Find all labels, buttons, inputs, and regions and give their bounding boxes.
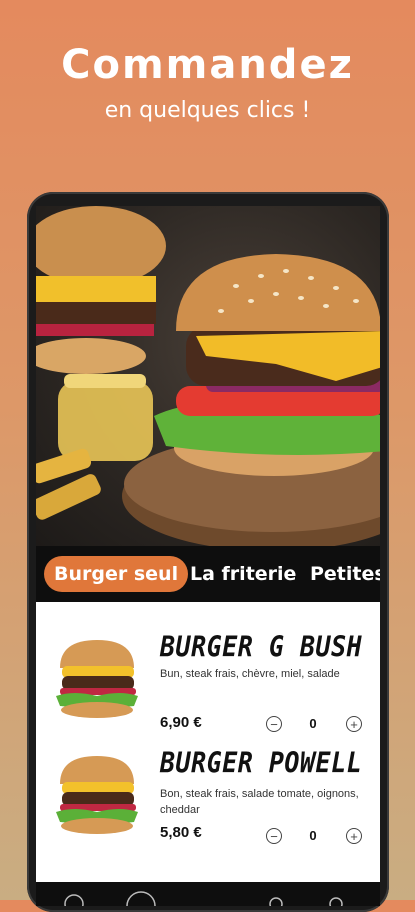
phone-mockup: Burger seul La friterie Petites BURGER G… (27, 192, 389, 912)
product-item[interactable]: BURGER POWELL Bon, steak frais, salade t… (36, 746, 380, 861)
minus-button[interactable]: − (266, 828, 282, 844)
tab-burger-seul[interactable]: Burger seul (44, 556, 189, 592)
plus-button[interactable]: + (346, 716, 362, 732)
product-price: 6,90 € (160, 714, 202, 731)
category-tabbar: Burger seul La friterie Petites (36, 546, 380, 602)
profile-icon[interactable] (329, 897, 343, 906)
promo-subline: en quelques clics ! (104, 98, 311, 123)
app-screen: Burger seul La friterie Petites BURGER G… (36, 206, 380, 906)
product-name: BURGER G BUSH (160, 630, 363, 664)
product-description: Bun, steak frais, chèvre, miel, salade (160, 668, 340, 680)
logo-icon[interactable] (126, 891, 156, 906)
bottom-nav-icons (64, 891, 343, 906)
product-name: BURGER POWELL (160, 746, 363, 780)
burger-thumbnail (56, 756, 138, 834)
quantity-stepper: − 0 + (266, 716, 366, 736)
hero-illustration (36, 206, 380, 551)
product-list: BURGER G BUSH Bun, steak frais, chèvre, … (36, 602, 380, 906)
promo-headline: Commandez (61, 42, 354, 88)
quantity-value: 0 (309, 828, 317, 843)
product-description: Bon, steak frais, salade tomate, oignons… (160, 788, 359, 816)
cart-icon[interactable] (269, 897, 283, 906)
tab-la-friterie[interactable]: La friterie (182, 556, 304, 592)
quantity-stepper: − 0 + (266, 828, 366, 848)
product-item[interactable]: BURGER G BUSH Bun, steak frais, chèvre, … (36, 630, 380, 745)
tab-petites[interactable]: Petites (302, 556, 380, 592)
plus-button[interactable]: + (346, 828, 362, 844)
minus-button[interactable]: − (266, 716, 282, 732)
burger-thumbnail (56, 640, 138, 718)
quantity-value: 0 (309, 716, 317, 731)
bottom-navigation (36, 882, 380, 906)
product-price: 5,80 € (160, 824, 202, 841)
home-icon[interactable] (64, 894, 84, 906)
hero-burger-image (36, 206, 380, 551)
